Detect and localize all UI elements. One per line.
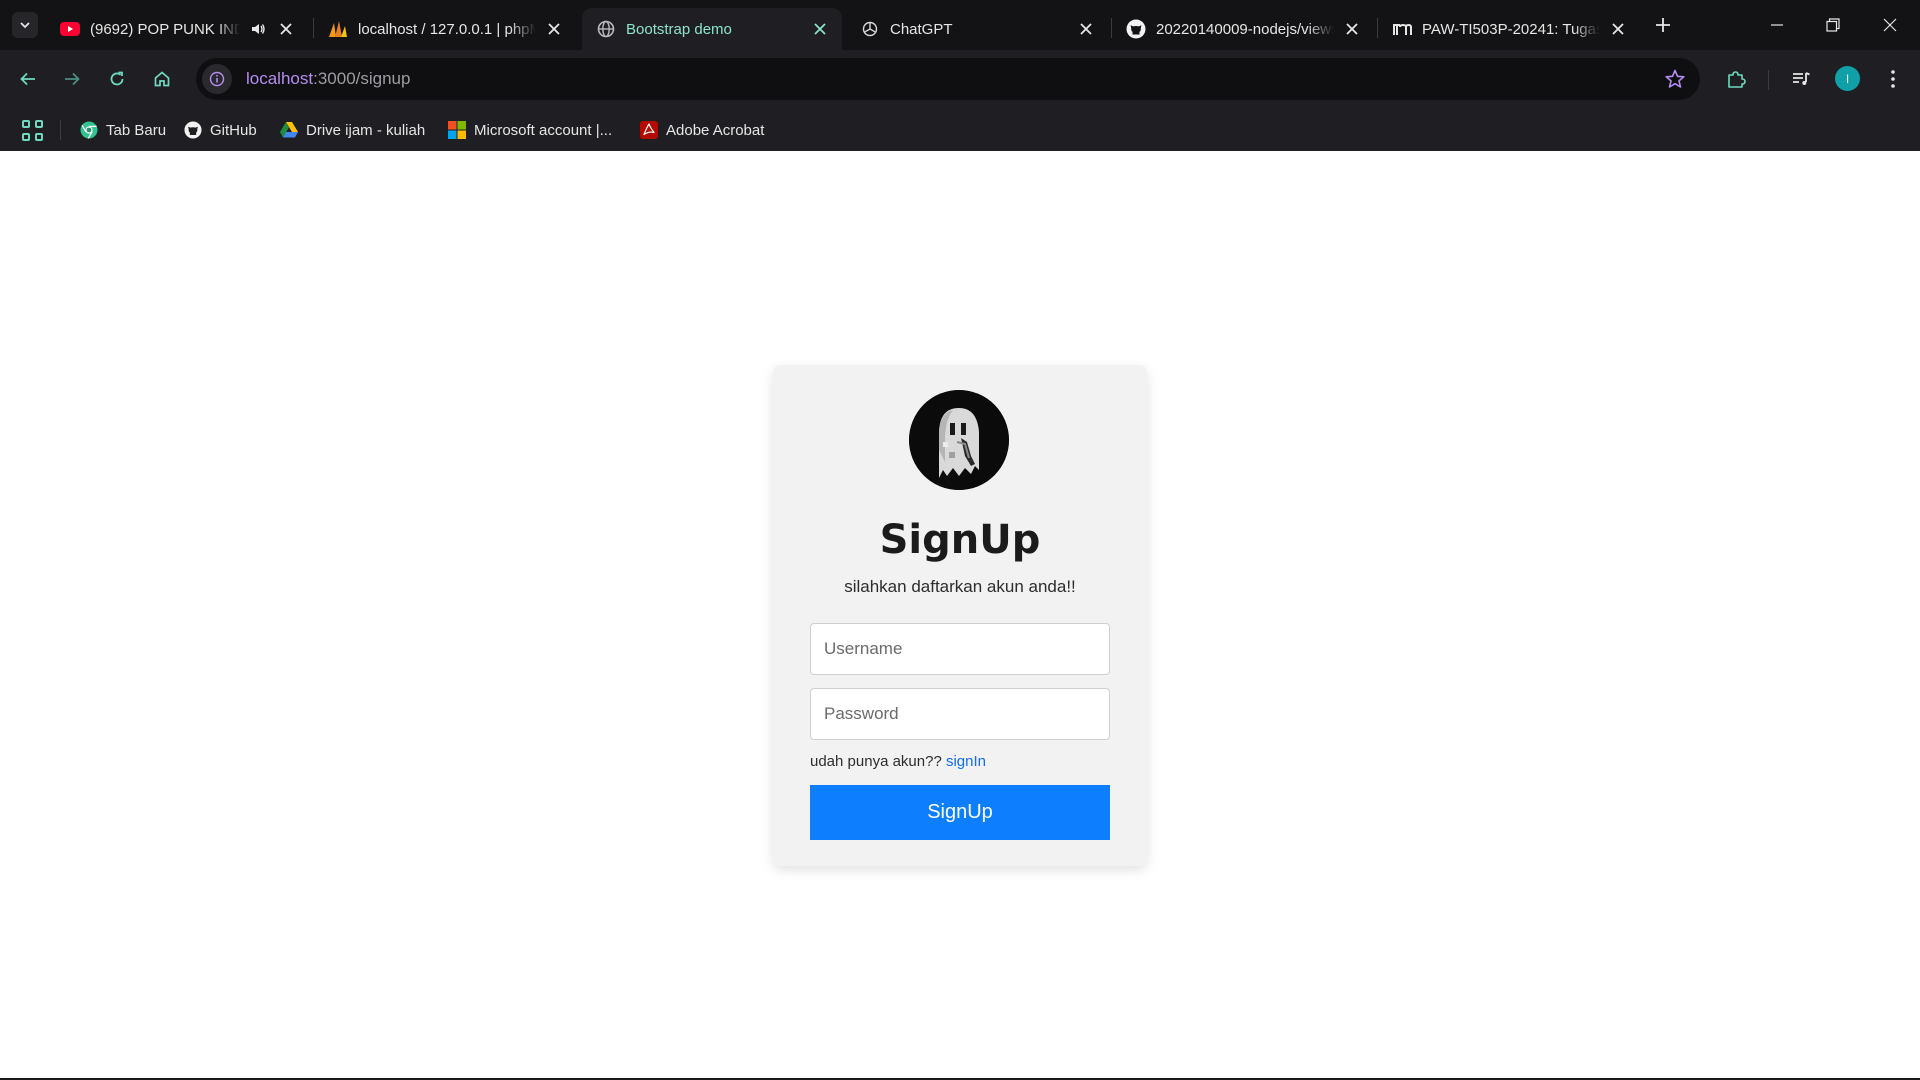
tab-title: PAW-TI503P-20241: Tugas bbox=[1422, 20, 1600, 38]
tab-phpmyadmin[interactable]: localhost / 127.0.0.1 | phpMyAdmin bbox=[314, 8, 576, 50]
password-input[interactable] bbox=[810, 688, 1110, 740]
bookmark-label: GitHub bbox=[210, 121, 257, 139]
home-icon bbox=[154, 71, 170, 87]
minimize-icon bbox=[1771, 24, 1783, 26]
reload-button[interactable] bbox=[102, 64, 132, 94]
apps-grid-icon[interactable] bbox=[20, 118, 44, 142]
bookmark-label: Microsoft account |... bbox=[474, 121, 613, 139]
puzzle-icon bbox=[1728, 71, 1746, 88]
tab-youtube[interactable]: (9692) POP PUNK INDONESIA bbox=[46, 8, 308, 50]
extensions-button[interactable] bbox=[1721, 64, 1751, 94]
close-icon[interactable] bbox=[544, 19, 564, 39]
tab-moodle[interactable]: PAW-TI503P-20241: Tugas bbox=[1378, 8, 1640, 50]
bookmark-tab-baru[interactable]: Tab Baru bbox=[80, 117, 166, 143]
bookmark-microsoft[interactable]: Microsoft account |... bbox=[448, 117, 612, 143]
tab-title: ChatGPT bbox=[890, 20, 953, 38]
page-viewport: SignUp silahkan daftarkan akun anda!! ud… bbox=[0, 151, 1920, 1078]
url-path: :3000/signup bbox=[313, 69, 411, 88]
signin-hint: udah punya akun?? signIn bbox=[810, 753, 986, 770]
tab-title: (9692) POP PUNK INDONESIA bbox=[90, 20, 240, 38]
tab-search-button[interactable] bbox=[12, 12, 38, 38]
bookmark-acrobat[interactable]: Adobe Acrobat bbox=[640, 117, 764, 143]
profile-avatar[interactable]: I bbox=[1835, 66, 1860, 91]
chevron-down-icon bbox=[20, 22, 30, 29]
ghost-logo-icon bbox=[909, 390, 1009, 490]
media-control-button[interactable] bbox=[1786, 64, 1816, 94]
home-button[interactable] bbox=[147, 64, 177, 94]
microsoft-icon bbox=[448, 121, 466, 139]
signin-hint-text: udah punya akun?? bbox=[810, 753, 946, 770]
moodle-icon bbox=[1392, 19, 1412, 39]
google-drive-icon bbox=[280, 121, 298, 139]
toolbar-separator bbox=[1768, 70, 1769, 90]
close-icon[interactable] bbox=[1608, 19, 1628, 39]
tab-github-repo[interactable]: 20220140009-nodejs/views bbox=[1112, 8, 1374, 50]
tab-chatgpt[interactable]: ChatGPT bbox=[846, 8, 1108, 50]
bookmarks-separator bbox=[60, 120, 61, 140]
close-icon[interactable] bbox=[810, 19, 830, 39]
tab-title: 20220140009-nodejs/views bbox=[1156, 20, 1334, 38]
new-tab-button[interactable] bbox=[1650, 12, 1676, 38]
phpmyadmin-icon bbox=[328, 19, 348, 39]
address-bar[interactable]: localhost:3000/signup bbox=[196, 58, 1700, 100]
minimize-button[interactable] bbox=[1762, 10, 1792, 40]
github-icon bbox=[184, 121, 202, 139]
chrome-icon bbox=[80, 121, 98, 139]
bookmark-label: Drive ijam - kuliah bbox=[306, 121, 426, 139]
signin-link[interactable]: signIn bbox=[946, 753, 986, 770]
page-subtitle: silahkan daftarkan akun anda!! bbox=[844, 577, 1076, 596]
forward-button[interactable] bbox=[57, 64, 87, 94]
arrow-left-icon bbox=[20, 72, 35, 86]
close-icon[interactable] bbox=[1076, 19, 1096, 39]
tab-title: localhost / 127.0.0.1 | phpMyAdmin bbox=[358, 20, 536, 38]
restore-icon bbox=[1826, 18, 1840, 32]
bookmark-label: Adobe Acrobat bbox=[666, 121, 765, 139]
back-button[interactable] bbox=[13, 64, 43, 94]
username-input[interactable] bbox=[810, 623, 1110, 675]
bookmarks-bar: Tab Baru GitHub Drive ijam - kuliah Micr… bbox=[0, 108, 1920, 151]
tab-strip: (9692) POP PUNK INDONESIA localhost / 12… bbox=[0, 0, 1920, 50]
site-info-icon[interactable] bbox=[202, 64, 232, 94]
reload-icon bbox=[110, 71, 124, 86]
close-icon bbox=[1883, 18, 1897, 32]
speaker-icon[interactable] bbox=[248, 19, 268, 39]
arrow-right-icon bbox=[65, 72, 80, 86]
bookmark-label: Tab Baru bbox=[106, 121, 167, 139]
page-title: SignUp bbox=[879, 517, 1041, 563]
close-icon[interactable] bbox=[1342, 19, 1362, 39]
signup-card: SignUp silahkan daftarkan akun anda!! ud… bbox=[773, 365, 1147, 866]
plus-icon bbox=[1656, 18, 1670, 32]
tab-bootstrap-demo[interactable]: Bootstrap demo bbox=[582, 8, 842, 50]
bookmark-star-icon[interactable] bbox=[1664, 68, 1686, 90]
tab-title: Bootstrap demo bbox=[626, 20, 732, 38]
bookmark-drive[interactable]: Drive ijam - kuliah bbox=[280, 117, 425, 143]
youtube-icon bbox=[60, 19, 80, 39]
restore-button[interactable] bbox=[1818, 10, 1848, 40]
browser-menu-button[interactable] bbox=[1878, 64, 1908, 94]
acrobat-icon bbox=[640, 121, 658, 139]
bookmark-github[interactable]: GitHub bbox=[184, 117, 257, 143]
url-host: localhost bbox=[246, 69, 314, 88]
chatgpt-icon bbox=[860, 19, 880, 39]
more-vertical-icon bbox=[1891, 70, 1895, 88]
close-icon[interactable] bbox=[276, 19, 296, 39]
browser-chrome: (9692) POP PUNK INDONESIA localhost / 12… bbox=[0, 0, 1920, 151]
playlist-music-icon bbox=[1793, 72, 1810, 85]
close-window-button[interactable] bbox=[1875, 10, 1905, 40]
url-text: localhost:3000/signup bbox=[246, 69, 410, 89]
browser-toolbar: localhost:3000/signup I bbox=[0, 50, 1920, 108]
signup-button[interactable]: SignUp bbox=[810, 785, 1110, 840]
globe-icon bbox=[596, 19, 616, 39]
github-icon bbox=[1126, 19, 1146, 39]
